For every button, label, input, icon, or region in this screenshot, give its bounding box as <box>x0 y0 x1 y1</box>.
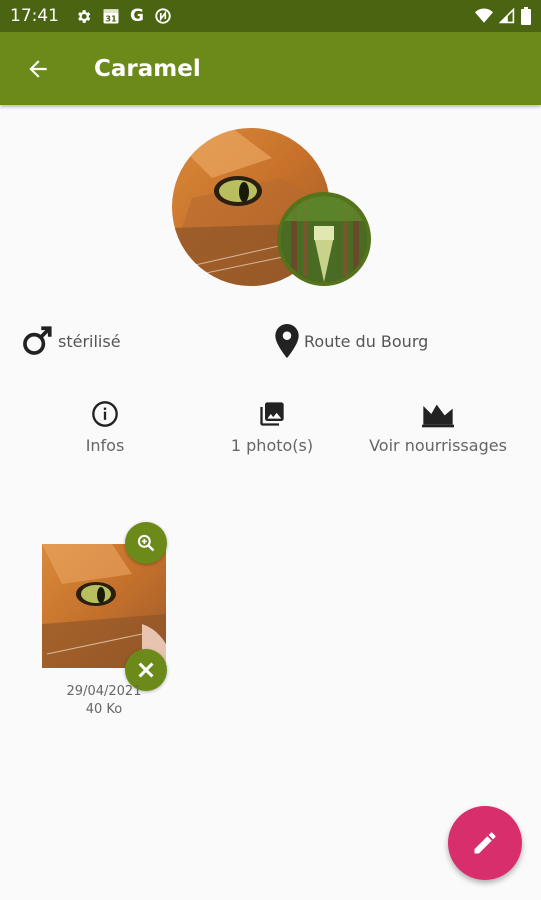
page-title: Caramel <box>94 55 201 82</box>
pencil-icon <box>474 832 496 854</box>
location-name: Route du Bourg <box>304 331 429 351</box>
status-bar: 17:41 31 G <box>0 0 541 32</box>
photos-label: 1 photo(s) <box>230 436 314 455</box>
google-icon: G <box>130 6 144 26</box>
status-right <box>475 7 531 25</box>
view-feedings-label: Voir nourrissages <box>369 436 507 455</box>
infos-button[interactable]: Infos <box>70 400 140 462</box>
info-row: stérilisé Route du Bourg <box>0 322 541 362</box>
status-time: 17:41 <box>10 6 59 26</box>
photo-date: 29/04/2021 <box>66 684 142 699</box>
info-icon <box>92 401 118 427</box>
area-chart-icon <box>422 404 454 428</box>
status-left: 17:41 31 G <box>10 6 172 26</box>
gender-status: stérilisé <box>58 331 121 351</box>
edit-fab[interactable] <box>448 806 522 880</box>
zoom-in-icon <box>137 534 155 552</box>
photos-button[interactable]: 1 photo(s) <box>220 400 324 462</box>
photo-library-icon <box>260 402 284 426</box>
no-disturb-icon <box>154 7 172 25</box>
arrow-back-icon <box>29 59 47 78</box>
photo-size: 40 Ko <box>85 702 123 717</box>
male-symbol-icon <box>23 326 52 355</box>
zoom-button[interactable] <box>125 522 167 564</box>
map-pin-icon <box>275 324 299 358</box>
wifi-icon <box>475 8 493 24</box>
back-button[interactable] <box>18 49 58 89</box>
location-info[interactable]: Route du Bourg <box>274 324 428 358</box>
calendar-day: 31 <box>105 13 117 23</box>
battery-icon <box>521 7 531 25</box>
gear-icon <box>75 8 92 25</box>
signal-icon <box>499 8 515 24</box>
gender-info: stérilisé <box>20 324 121 358</box>
close-icon <box>138 662 154 678</box>
app-bar: Caramel <box>0 32 541 105</box>
profile-avatar-group <box>172 128 372 288</box>
infos-label: Infos <box>85 436 125 455</box>
location-avatar[interactable] <box>277 192 371 286</box>
view-feedings-button[interactable]: Voir nourrissages <box>362 400 514 462</box>
photo-card: 29/04/2021 40 Ko <box>32 522 182 722</box>
calendar-icon: 31 <box>102 7 120 25</box>
